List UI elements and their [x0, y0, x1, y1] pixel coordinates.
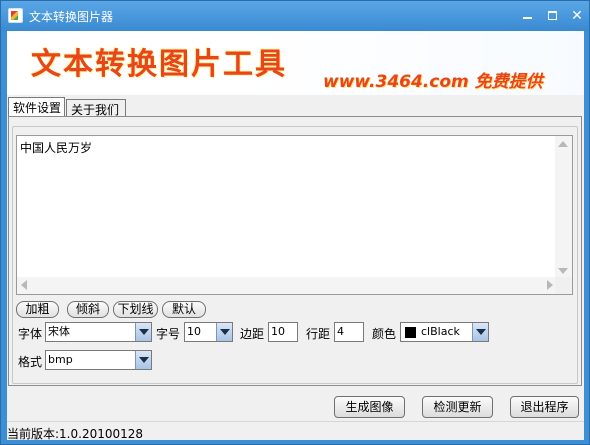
settings-panel: 中国人民万岁 加粗 倾斜 下划线 默认 字体 宋体 字号 10 边距 10 行距… — [8, 116, 582, 386]
chevron-down-icon[interactable] — [216, 323, 232, 341]
margin-label: 边距 — [240, 327, 265, 341]
margin-input[interactable]: 10 — [268, 322, 298, 342]
text-editor[interactable]: 中国人民万岁 — [16, 135, 573, 295]
scroll-left-icon[interactable] — [21, 280, 27, 290]
scroll-down-icon[interactable] — [558, 268, 568, 274]
app-window: 文本转换图片器 ✕ 文本转换图片工具 www.3464.com 免费提供 软件设… — [0, 0, 590, 445]
tab-about[interactable]: 关于我们 — [66, 99, 126, 117]
exit-button[interactable]: 退出程序 — [510, 396, 579, 418]
color-value: clBlack — [421, 325, 460, 338]
bold-button[interactable]: 加粗 — [16, 301, 59, 318]
format-value: bmp — [48, 353, 73, 366]
scrollbar-corner — [555, 277, 572, 294]
font-select[interactable]: 宋体 — [45, 322, 152, 342]
horizontal-scrollbar[interactable] — [17, 277, 557, 294]
format-label: 格式 — [18, 355, 43, 369]
chevron-down-icon[interactable] — [135, 351, 151, 369]
chevron-down-icon[interactable] — [135, 323, 151, 341]
format-select[interactable]: bmp — [45, 350, 152, 370]
generate-image-button[interactable]: 生成图像 — [334, 396, 405, 418]
status-bar: 当前版本:1.0.20100128 — [7, 421, 584, 441]
vertical-scrollbar[interactable] — [555, 136, 572, 279]
banner: 文本转换图片工具 www.3464.com 免费提供 — [7, 31, 584, 95]
font-label: 字体 — [18, 327, 43, 341]
window-title: 文本转换图片器 — [29, 10, 114, 24]
banner-subtitle: www.3464.com 免费提供 — [323, 72, 543, 92]
size-select[interactable]: 10 — [184, 322, 233, 342]
app-icon — [8, 8, 23, 23]
close-button[interactable]: ✕ — [566, 6, 588, 26]
tab-strip: 软件设置 关于我们 — [7, 97, 584, 117]
spacing-label: 行距 — [306, 327, 331, 341]
version-text: 当前版本:1.0.20100128 — [7, 427, 144, 441]
minimize-icon — [523, 17, 532, 19]
settings-group: 中国人民万岁 加粗 倾斜 下划线 默认 字体 宋体 字号 10 边距 10 行距… — [12, 126, 578, 384]
client-area: 文本转换图片工具 www.3464.com 免费提供 软件设置 关于我们 中国人… — [7, 31, 584, 441]
scroll-up-icon[interactable] — [558, 141, 568, 147]
color-select[interactable]: clBlack — [400, 322, 489, 342]
size-value: 10 — [187, 325, 201, 338]
minimize-button[interactable] — [517, 6, 539, 26]
color-label: 颜色 — [372, 327, 397, 341]
spacing-input[interactable]: 4 — [334, 322, 364, 342]
banner-title: 文本转换图片工具 — [31, 47, 287, 82]
chevron-down-icon[interactable] — [472, 323, 488, 341]
tab-settings[interactable]: 软件设置 — [8, 97, 65, 117]
maximize-icon — [548, 11, 557, 20]
default-button[interactable]: 默认 — [162, 301, 206, 318]
maximize-button[interactable] — [542, 6, 564, 26]
close-icon: ✕ — [571, 8, 583, 24]
size-label: 字号 — [156, 327, 181, 341]
font-value: 宋体 — [48, 325, 70, 338]
editor-text: 中国人民万岁 — [20, 141, 93, 155]
underline-button[interactable]: 下划线 — [113, 301, 158, 318]
color-swatch — [405, 327, 416, 338]
italic-button[interactable]: 倾斜 — [67, 301, 109, 318]
check-update-button[interactable]: 检测更新 — [422, 396, 493, 418]
title-bar[interactable]: 文本转换图片器 ✕ — [1, 1, 589, 31]
scroll-right-icon[interactable] — [547, 280, 553, 290]
